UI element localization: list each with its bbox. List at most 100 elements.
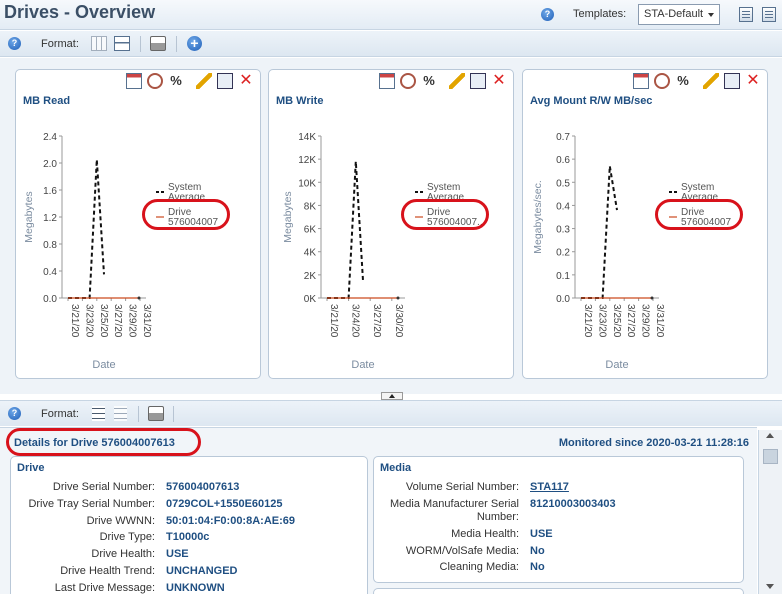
x-tick-label: 3/21/20 <box>328 304 339 338</box>
detail-row: Volume Serial Number: STA117 <box>374 481 743 497</box>
graph-toolbar: ? Format: + <box>0 31 782 57</box>
format-label: Format: <box>41 38 79 50</box>
y-tick-label: 1.2 <box>43 213 57 224</box>
scroll-up-icon[interactable] <box>766 433 774 438</box>
x-axis-label: Date <box>351 359 374 371</box>
print-icon[interactable] <box>148 406 164 421</box>
edit-icon[interactable] <box>449 73 465 89</box>
calendar-icon[interactable] <box>126 73 142 89</box>
collapse-graphs-handle[interactable] <box>381 392 403 400</box>
scroll-thumb[interactable] <box>763 449 778 464</box>
detail-label: Volume Serial Number: <box>405 481 519 493</box>
detail-label: Last Drive Message: <box>54 581 155 594</box>
percent-icon[interactable]: % <box>675 73 691 89</box>
detail-label: Drive WWNN: <box>86 514 155 527</box>
expand-icon[interactable] <box>724 73 740 89</box>
highlight-callout <box>142 199 230 230</box>
percent-icon[interactable]: % <box>421 73 437 89</box>
series-line-system-average <box>68 159 105 299</box>
details-toolbar: ? Format: <box>0 400 782 426</box>
y-tick-label: 0.0 <box>556 294 570 305</box>
edit-icon[interactable] <box>196 73 212 89</box>
clock-icon[interactable] <box>147 73 163 89</box>
page-header: Drives - Overview ? Templates: STA-Defau… <box>0 0 782 30</box>
close-icon[interactable]: ✕ <box>745 73 761 89</box>
calendar-icon[interactable] <box>379 73 395 89</box>
detail-value: UNKNOWN <box>166 581 225 594</box>
compact-view-icon[interactable] <box>114 406 127 421</box>
chart-svg: 0.0 0.1 0.2 0.3 0.4 0.5 0.6 0.7 Megabytes/sec. 3/… <box>532 132 731 371</box>
calendar-icon[interactable] <box>633 73 649 89</box>
toolbar-divider <box>138 406 139 422</box>
next-section <box>373 588 744 594</box>
y-tick-label: 12K <box>298 155 316 166</box>
page-title: Drives - Overview <box>4 2 156 22</box>
y-tick-label: 0.4 <box>43 267 57 278</box>
detail-label: Cleaning Media: <box>439 561 520 574</box>
format-label: Format: <box>41 408 79 420</box>
volume-serial-link[interactable]: STA117 <box>530 481 569 493</box>
series-line-system-average <box>581 165 618 299</box>
detail-value: 576004007613 <box>166 481 240 493</box>
clock-icon[interactable] <box>400 73 416 89</box>
template-save-icon[interactable] <box>762 7 776 22</box>
detail-value: USE <box>166 548 189 561</box>
detail-row: Media Manufacturer Serial Number: 8121000… <box>374 498 743 528</box>
chart-panel-avg-mount: % ✕ Avg Mount R/W MB/sec 0.0 0.1 0.2 0.3 0.4 0.5… <box>522 69 768 379</box>
x-tick-label: 3/29/20 <box>127 304 138 338</box>
y-axis-label: Megabytes/sec. <box>532 180 544 254</box>
y-axis-label: Megabytes <box>23 191 35 242</box>
x-tick-label: 3/27/20 <box>371 304 382 338</box>
x-tick-label: 3/31/20 <box>654 304 665 338</box>
y-tick-label: 14K <box>298 132 316 143</box>
expand-icon[interactable] <box>470 73 486 89</box>
print-icon[interactable] <box>150 36 166 51</box>
series-point-drive <box>650 296 654 300</box>
details-scrollbar[interactable] <box>758 430 782 594</box>
help-icon[interactable]: ? <box>8 407 21 420</box>
y-tick-label: 4K <box>304 248 317 259</box>
help-icon[interactable]: ? <box>8 37 21 50</box>
close-icon[interactable]: ✕ <box>238 73 254 89</box>
chart-tools: % ✕ <box>374 73 507 91</box>
detail-label: WORM/VolSafe Media: <box>405 544 519 557</box>
x-tick-label: 3/27/20 <box>112 304 123 338</box>
detail-value: No <box>530 561 545 574</box>
form-layout-icon[interactable] <box>114 36 130 51</box>
grid-layout-icon[interactable] <box>91 36 107 51</box>
chevron-down-icon <box>708 13 714 17</box>
chart-title: MB Write <box>276 95 324 107</box>
monitored-since: Monitored since 2020-03-21 11:28:16 <box>558 437 749 449</box>
scroll-down-icon[interactable] <box>766 584 774 589</box>
x-axis-label: Date <box>92 359 115 371</box>
y-tick-label: 2.4 <box>43 132 57 143</box>
highlight-callout <box>655 199 743 230</box>
y-tick-label: 6K <box>304 225 317 236</box>
highlight-callout <box>401 199 489 230</box>
chart-tools: % ✕ <box>628 73 761 91</box>
x-tick-label: 3/29/20 <box>640 304 651 338</box>
x-tick-label: 3/23/20 <box>83 304 94 338</box>
clock-icon[interactable] <box>654 73 670 89</box>
add-graph-icon[interactable]: + <box>187 36 202 51</box>
expand-icon[interactable] <box>217 73 233 89</box>
toolbar-divider <box>140 36 141 52</box>
y-tick-label: 0K <box>304 294 317 305</box>
x-tick-label: 3/24/20 <box>350 304 361 338</box>
detail-value: No <box>530 544 545 557</box>
list-view-icon[interactable] <box>92 406 105 421</box>
detail-row: Drive Tray Serial Number: 0729COL+1550E60… <box>11 498 367 514</box>
templates-select[interactable]: STA-Default <box>638 4 720 25</box>
percent-icon[interactable]: % <box>168 73 184 89</box>
y-tick-label: 0.2 <box>556 248 570 259</box>
edit-icon[interactable] <box>703 73 719 89</box>
detail-label: Drive Health Trend: <box>60 565 155 577</box>
detail-label: Drive Health: <box>91 548 155 561</box>
x-axis-label: Date <box>605 359 628 371</box>
drive-section-heading: Drive <box>17 462 45 474</box>
help-icon[interactable]: ? <box>541 8 554 21</box>
chart-panel-mb-write: % ✕ MB Write 0K 2K 4K 6K 8K 10K 12K 14K Megabytes 3/… <box>268 69 514 379</box>
template-list-icon[interactable] <box>739 7 753 22</box>
close-icon[interactable]: ✕ <box>491 73 507 89</box>
chart-svg: 0.00.40.81.21.62.02.4Megabytes3/21/20 3/2… <box>23 132 218 371</box>
